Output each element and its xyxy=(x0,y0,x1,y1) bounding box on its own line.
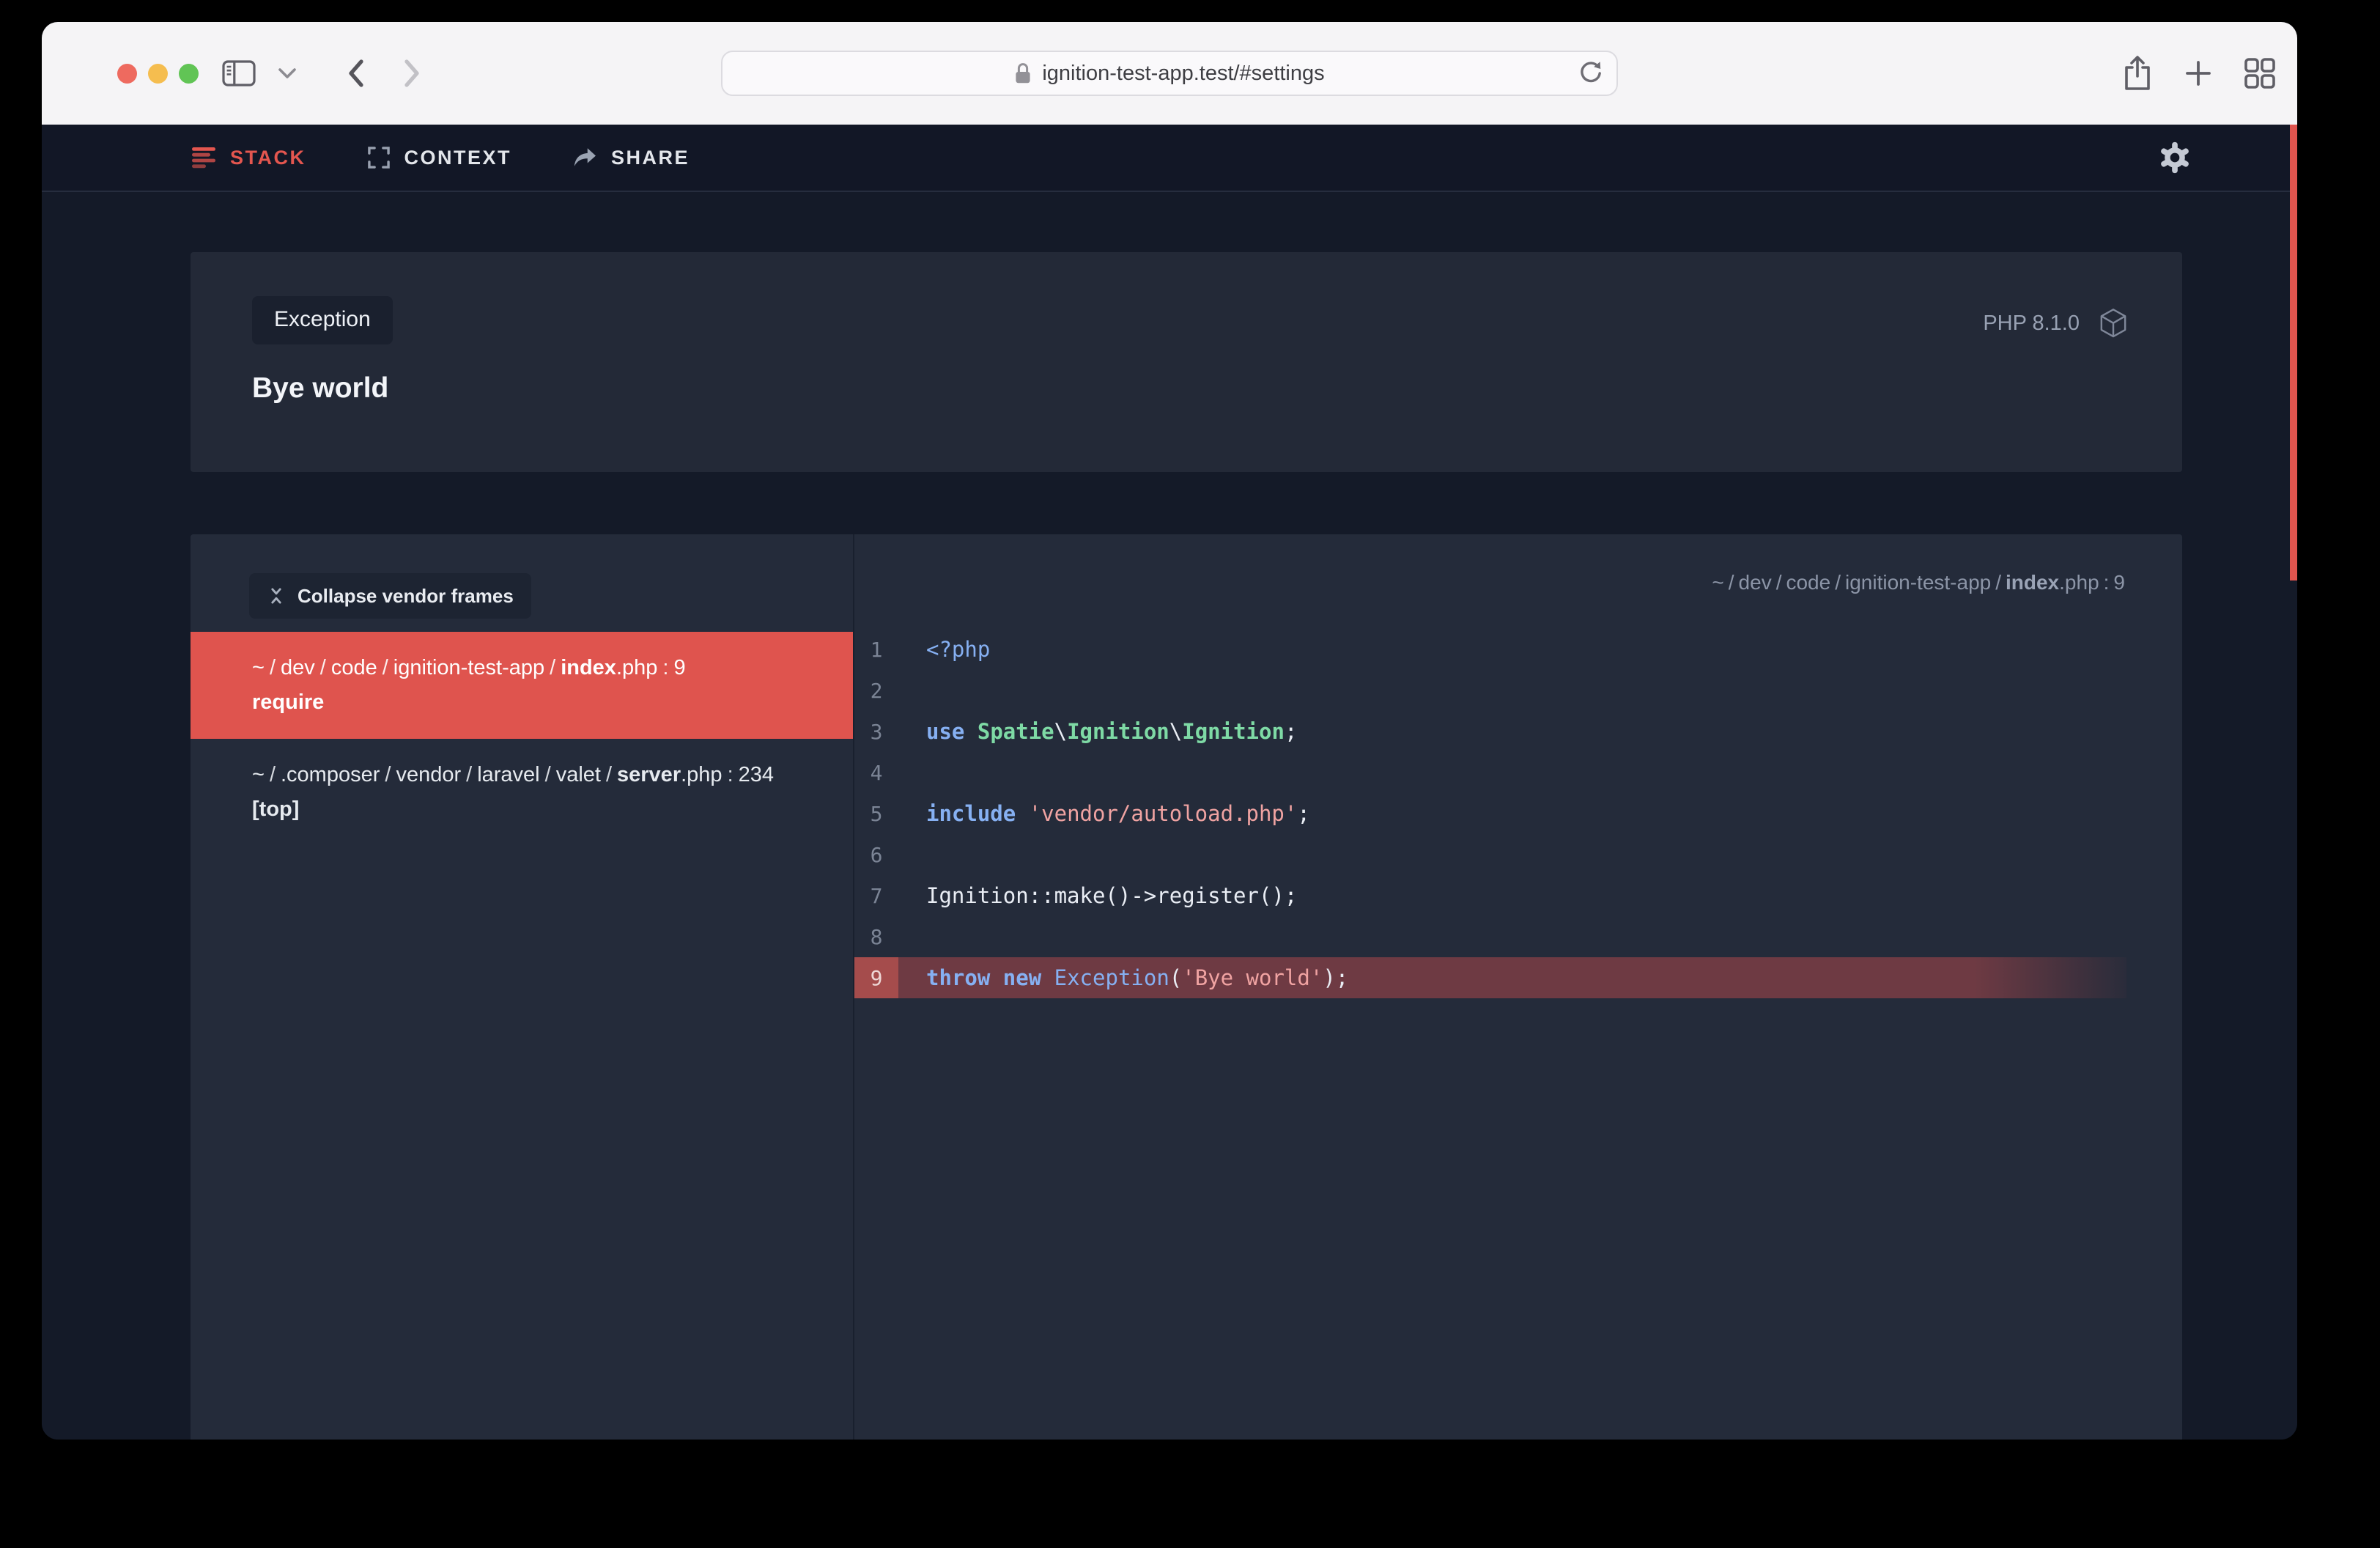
frame-path: ~/dev/code/ignition-test-app/index.php:9 xyxy=(252,656,686,679)
line-code xyxy=(898,834,926,875)
code-snippet: 1<?php23use Spatie\Ignition\Ignition;45i… xyxy=(854,629,2182,998)
line-number: 2 xyxy=(854,670,898,711)
close-window-button[interactable] xyxy=(117,64,137,84)
tab-label: SHARE xyxy=(611,147,690,169)
frame-method: require xyxy=(252,685,812,720)
tab-label: CONTEXT xyxy=(404,147,512,169)
line-code: use Spatie\Ignition\Ignition; xyxy=(898,711,1297,752)
stack-list-icon xyxy=(192,147,217,169)
line-code xyxy=(898,752,926,793)
line-number: 1 xyxy=(854,629,898,670)
line-code: Ignition::make()->register(); xyxy=(898,875,1297,916)
stack-frames-list: ~/dev/code/ignition-test-app/index.php:9… xyxy=(191,632,853,846)
code-line: 5include 'vendor/autoload.php'; xyxy=(854,793,2182,834)
line-number: 6 xyxy=(854,834,898,875)
settings-gear-icon[interactable] xyxy=(2158,141,2192,174)
code-line: 7Ignition::make()->register(); xyxy=(854,875,2182,916)
tab-label: STACK xyxy=(230,147,306,169)
line-number: 8 xyxy=(854,916,898,957)
code-line: 2 xyxy=(854,670,2182,711)
exception-card: Exception Bye world PHP 8.1.0 xyxy=(191,252,2182,472)
traffic-lights xyxy=(117,22,199,125)
forward-button[interactable] xyxy=(401,57,423,89)
frame-method: [top] xyxy=(252,792,812,827)
collapse-button-label: Collapse vendor frames xyxy=(298,585,514,608)
line-number: 4 xyxy=(854,752,898,793)
url-text: ignition-test-app.test/#settings xyxy=(1042,62,1324,86)
reload-icon[interactable] xyxy=(1578,59,1603,87)
collapse-icon xyxy=(267,586,286,605)
new-tab-icon[interactable] xyxy=(2183,58,2214,89)
code-line: 6 xyxy=(854,834,2182,875)
line-code: <?php xyxy=(898,629,990,670)
line-code xyxy=(898,670,926,711)
browser-toolbar: ignition-test-app.test/#settings xyxy=(42,22,2297,125)
tab-overview-icon[interactable] xyxy=(2243,56,2277,90)
lock-icon xyxy=(1014,62,1032,85)
php-version: PHP 8.1.0 xyxy=(1983,312,2080,336)
stack-frame[interactable]: ~/.composer/vendor/laravel/valet/server.… xyxy=(191,739,853,846)
tab-share[interactable]: SHARE xyxy=(572,146,690,169)
tab-context[interactable]: CONTEXT xyxy=(366,145,512,170)
address-bar[interactable]: ignition-test-app.test/#settings xyxy=(721,51,1618,96)
line-number: 9 xyxy=(854,957,898,998)
stack-trace-card: Collapse vendor frames ~/dev/code/igniti… xyxy=(191,534,2182,1440)
tab-stack[interactable]: STACK xyxy=(192,147,306,169)
collapse-vendor-frames-button[interactable]: Collapse vendor frames xyxy=(249,573,531,619)
browser-window: ignition-test-app.test/#settings STACK xyxy=(42,22,2297,1440)
zoom-window-button[interactable] xyxy=(179,64,199,84)
line-code: include 'vendor/autoload.php'; xyxy=(898,793,1310,834)
line-code xyxy=(898,916,926,957)
context-brackets-icon xyxy=(366,145,391,170)
stack-frames-pane: Collapse vendor frames ~/dev/code/igniti… xyxy=(191,534,854,1440)
code-file-path: ~/dev/code/ignition-test-app/index.php:9 xyxy=(1712,571,2125,594)
laravel-icon xyxy=(2099,308,2128,339)
code-line: 3use Spatie\Ignition\Ignition; xyxy=(854,711,2182,752)
code-line: 8 xyxy=(854,916,2182,957)
sidebar-toggle-icon[interactable] xyxy=(222,59,256,87)
exception-message: Bye world xyxy=(252,372,2182,405)
chevron-down-icon[interactable] xyxy=(278,67,297,80)
code-line: 9throw new Exception('Bye world'); xyxy=(854,957,2126,998)
back-button[interactable] xyxy=(345,57,367,89)
share-page-icon[interactable] xyxy=(2121,54,2154,92)
share-arrow-icon xyxy=(572,146,598,169)
frame-path: ~/.composer/vendor/laravel/valet/server.… xyxy=(252,763,774,786)
code-line: 1<?php xyxy=(854,629,2182,670)
exception-class-badge: Exception xyxy=(252,296,393,344)
code-pane: ~/dev/code/ignition-test-app/index.php:9… xyxy=(854,534,2182,1440)
scrollbar-thumb[interactable] xyxy=(2290,125,2297,580)
minimize-window-button[interactable] xyxy=(148,64,168,84)
line-number: 5 xyxy=(854,793,898,834)
stack-frame[interactable]: ~/dev/code/ignition-test-app/index.php:9… xyxy=(191,632,853,739)
line-number: 7 xyxy=(854,875,898,916)
code-line: 4 xyxy=(854,752,2182,793)
line-number: 3 xyxy=(854,711,898,752)
ignition-navbar: STACK CONTEXT SHARE xyxy=(42,125,2297,192)
line-code: throw new Exception('Bye world'); xyxy=(898,957,1348,998)
page-content: Exception Bye world PHP 8.1.0 Collapse v… xyxy=(42,192,2297,1440)
